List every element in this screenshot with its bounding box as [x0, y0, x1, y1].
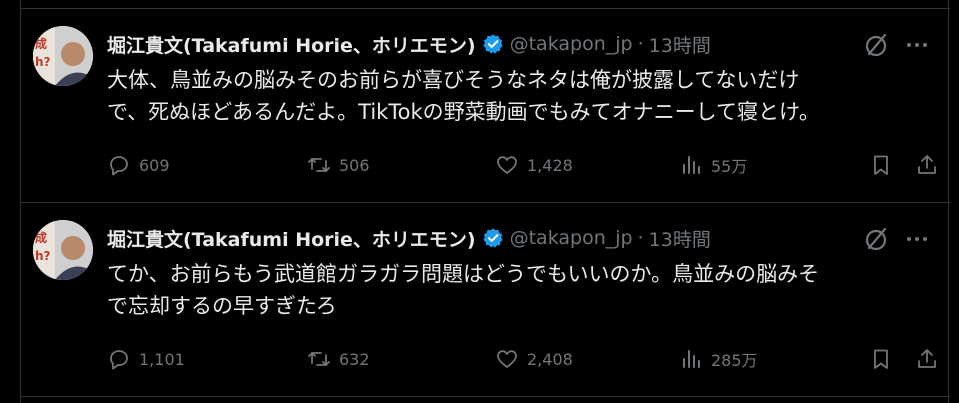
display-name[interactable]: 堀江貴文(Takafumi Horie、ホリエモン)	[107, 225, 476, 252]
reply-count: 1,101	[139, 349, 185, 369]
avatar[interactable]: 成 h?	[33, 26, 93, 86]
bookmark-button[interactable]	[869, 344, 893, 374]
views-count: 55万	[711, 157, 748, 176]
tweet[interactable]: 成 h? 堀江貴文(Takafumi Horie、ホリエモン) @takapon…	[21, 10, 950, 203]
retweet-icon	[308, 158, 330, 172]
reply-button[interactable]: 609	[107, 150, 170, 180]
tweet-text: てか、お前らもう武道館ガラガラ問題はどうでもいいのか。鳥並みの脳みそ で忘却する…	[107, 262, 820, 318]
views-icon	[683, 156, 700, 174]
reply-icon	[110, 156, 128, 176]
like-button[interactable]: 1,428	[495, 150, 573, 180]
more-icon[interactable]	[904, 32, 930, 58]
retweet-button[interactable]: 632	[307, 344, 370, 374]
views-count: 285万	[711, 351, 758, 370]
reply-icon	[110, 350, 128, 370]
views-button[interactable]: 285万	[679, 344, 758, 374]
share-icon	[918, 349, 936, 368]
handle[interactable]: @takapon_jp	[510, 33, 633, 55]
avatar[interactable]: 成 h?	[33, 220, 93, 280]
heart-icon	[497, 156, 517, 174]
bookmark-icon	[874, 155, 888, 175]
like-count: 1,428	[527, 155, 573, 175]
tweet-actions: 1,101 632 2,408 285万	[107, 344, 937, 374]
retweet-count: 632	[339, 349, 370, 369]
reply-button[interactable]: 1,101	[107, 344, 185, 374]
svg-text:h?: h?	[35, 249, 51, 263]
divider	[21, 8, 950, 9]
svg-text:成: 成	[35, 230, 47, 245]
separator-dot: ·	[637, 33, 644, 55]
bookmark-icon	[874, 349, 888, 369]
retweet-button[interactable]: 506	[307, 150, 370, 180]
share-button[interactable]	[915, 344, 939, 374]
handle[interactable]: @takapon_jp	[510, 227, 633, 249]
grok-icon[interactable]	[864, 226, 890, 252]
display-name[interactable]: 堀江貴文(Takafumi Horie、ホリエモン)	[107, 31, 476, 58]
tweet-actions: 609 506 1,428 55万	[107, 150, 937, 180]
share-button[interactable]	[915, 150, 939, 180]
verified-badge-icon	[482, 227, 504, 249]
timestamp[interactable]: 13時間	[649, 31, 711, 58]
tweet-header: 堀江貴文(Takafumi Horie、ホリエモン) @takapon_jp ·…	[107, 224, 711, 252]
timestamp[interactable]: 13時間	[649, 225, 711, 252]
bookmark-button[interactable]	[869, 150, 893, 180]
heart-icon	[497, 350, 517, 368]
like-button[interactable]: 2,408	[495, 344, 573, 374]
reply-count: 609	[139, 155, 170, 175]
tweet[interactable]: 成 h? 堀江貴文(Takafumi Horie、ホリエモン) @takapon…	[21, 204, 950, 397]
share-icon	[918, 155, 936, 174]
views-icon	[683, 350, 700, 368]
tweet-text: 大体、鳥並みの脳みそのお前らが喜びそうなネタは俺が披露してないだけ で、死ぬほど…	[107, 68, 820, 124]
retweet-count: 506	[339, 155, 370, 175]
grok-icon[interactable]	[864, 32, 890, 58]
like-count: 2,408	[527, 349, 573, 369]
svg-text:成: 成	[35, 36, 47, 51]
more-icon[interactable]	[904, 226, 930, 252]
views-button[interactable]: 55万	[679, 150, 747, 180]
separator-dot: ·	[637, 227, 644, 249]
svg-text:h?: h?	[35, 55, 51, 69]
verified-badge-icon	[482, 33, 504, 55]
retweet-icon	[308, 352, 330, 366]
tweet-header: 堀江貴文(Takafumi Horie、ホリエモン) @takapon_jp ·…	[107, 30, 711, 58]
timeline-feed: 成 h? 堀江貴文(Takafumi Horie、ホリエモン) @takapon…	[20, 0, 950, 403]
